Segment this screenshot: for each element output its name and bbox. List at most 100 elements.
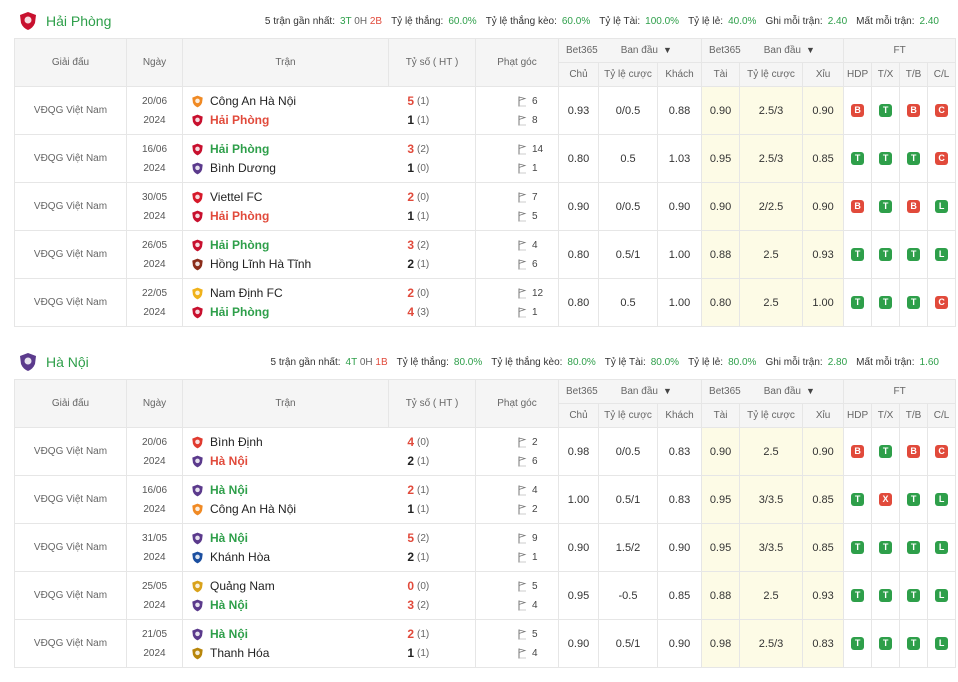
home-team-logo-icon: [191, 532, 204, 545]
league-cell[interactable]: VĐQG Việt Nam: [14, 571, 127, 620]
chevron-down-icon[interactable]: ▼: [663, 386, 672, 396]
home-team[interactable]: Quảng Nam 0 (0): [191, 577, 475, 596]
away-team[interactable]: Hải Phòng 4 (3): [191, 303, 475, 322]
odds-header-hdp[interactable]: Bet365 Ban đầu ▼: [557, 38, 703, 63]
match-cell[interactable]: Bình Định 4 (0) Hà Nội 2 (1): [182, 427, 476, 476]
home-ht-score: (0): [417, 287, 430, 299]
match-cell[interactable]: Công An Hà Nội 5 (1) Hải Phòng 1 (1): [182, 86, 476, 135]
match-cell[interactable]: Hà Nội 2 (1) Thanh Hóa 1 (1): [182, 619, 476, 668]
ft-result-cell: B: [899, 427, 929, 476]
team-name[interactable]: Hải Phòng: [46, 13, 111, 29]
league-cell[interactable]: VĐQG Việt Nam: [14, 278, 127, 327]
league-cell[interactable]: VĐQG Việt Nam: [14, 134, 127, 183]
home-team-logo-icon: [191, 628, 204, 641]
home-team[interactable]: Hà Nội 2 (1): [191, 625, 475, 644]
result-badge: X: [879, 493, 893, 506]
table-row[interactable]: VĐQG Việt Nam 16/06 2024 Hà Nội 2 (1) Công An …: [14, 475, 957, 524]
ft-result-cell: T: [899, 475, 929, 524]
home-team[interactable]: Hải Phòng 3 (2): [191, 236, 475, 255]
chevron-down-icon[interactable]: ▼: [663, 45, 672, 55]
team-stats: 5 trận gần nhất: 3T 0H 2B Tỷ lệ thắng: 60.0…: [265, 4, 939, 38]
result-badge: B: [907, 104, 921, 117]
match-cell[interactable]: Hải Phòng 3 (2) Bình Dương 1 (0): [182, 134, 476, 183]
odds-cell: 0.85: [802, 523, 845, 572]
away-team[interactable]: Khánh Hòa 2 (1): [191, 548, 475, 567]
table-row[interactable]: VĐQG Việt Nam 31/05 2024 Hà Nội 5 (2) Khánh Hò…: [14, 523, 957, 572]
sub-header: T/B: [899, 403, 929, 428]
team-stats: 5 trận gần nhất: 4T 0H 1B Tỷ lệ thắng: 80.0…: [270, 345, 939, 379]
stat-label: Mất mỗi trận:: [856, 356, 915, 368]
chevron-down-icon[interactable]: ▼: [806, 45, 815, 55]
recent-label: 5 trận gần nhất:: [264, 15, 335, 27]
league-cell[interactable]: VĐQG Việt Nam: [14, 230, 127, 279]
league-cell[interactable]: VĐQG Việt Nam: [14, 523, 127, 572]
result-badge: C: [935, 152, 949, 165]
result-badge: T: [879, 104, 893, 117]
odds-cell: 0.5: [598, 134, 658, 183]
match-cell[interactable]: Viettel FC 2 (0) Hải Phòng 1 (1): [182, 182, 476, 231]
away-team-logo-icon: [191, 162, 204, 175]
table-row[interactable]: VĐQG Việt Nam 16/06 2024 Hải Phòng 3 (2) Bình …: [14, 134, 957, 183]
home-team[interactable]: Công An Hà Nội 5 (1): [191, 92, 475, 111]
odds-header-hdp[interactable]: Bet365 Ban đầu ▼: [557, 379, 703, 404]
league-cell[interactable]: VĐQG Việt Nam: [14, 619, 127, 668]
match-history-table: Giải đấu Ngày Trận Tỷ số ( HT ) Phạt góc Bet3…: [14, 379, 957, 668]
ft-result-cell: B: [899, 86, 929, 135]
chevron-down-icon[interactable]: ▼: [806, 386, 815, 396]
away-team[interactable]: Hải Phòng 1 (1): [191, 207, 475, 226]
home-team[interactable]: Nam Định FC 2 (0): [191, 284, 475, 303]
home-team-logo-icon: [191, 95, 204, 108]
home-team[interactable]: Bình Định 4 (0): [191, 433, 475, 452]
table-row[interactable]: VĐQG Việt Nam 30/05 2024 Viettel FC 2 (0) Hải …: [14, 182, 957, 231]
match-cell[interactable]: Nam Định FC 2 (0) Hải Phòng 4 (3): [182, 278, 476, 327]
odds-cell: 2.5: [739, 278, 804, 327]
away-ht-score: (2): [417, 599, 430, 611]
corner-cell: 14 1: [475, 134, 559, 183]
ft-result-cell: T: [843, 278, 873, 327]
table-row[interactable]: VĐQG Việt Nam 20/06 2024 Công An Hà Nội 5 (1)…: [14, 86, 957, 135]
odds-cell: 0.98: [701, 619, 741, 668]
away-team[interactable]: Hà Nội 3 (2): [191, 596, 475, 615]
away-team[interactable]: Hồng Lĩnh Hà Tĩnh 2 (1): [191, 255, 475, 274]
home-team[interactable]: Hà Nội 2 (1): [191, 481, 475, 500]
stat-label: Tỷ lệ lẻ:: [688, 15, 724, 27]
table-row[interactable]: VĐQG Việt Nam 22/05 2024 Nam Định FC 2 (0) Hải…: [14, 278, 957, 327]
match-cell[interactable]: Hải Phòng 3 (2) Hồng Lĩnh Hà Tĩnh 2 (1): [182, 230, 476, 279]
odds-header-ou[interactable]: Bet365 Ban đầu ▼: [701, 379, 845, 404]
away-team[interactable]: Thanh Hóa 1 (1): [191, 644, 475, 663]
table-row[interactable]: VĐQG Việt Nam 25/05 2024 Quảng Nam 0 (0) Hà Nộ…: [14, 571, 957, 620]
home-team[interactable]: Hà Nội 5 (2): [191, 529, 475, 548]
league-cell[interactable]: VĐQG Việt Nam: [14, 182, 127, 231]
odds-cell: 1.03: [656, 134, 703, 183]
away-team[interactable]: Bình Dương 1 (0): [191, 159, 475, 178]
result-badge: L: [935, 637, 949, 650]
ft-result-cell: T: [899, 619, 929, 668]
home-team[interactable]: Viettel FC 2 (0): [191, 188, 475, 207]
table-row[interactable]: VĐQG Việt Nam 21/05 2024 Hà Nội 2 (1) Thanh Hó…: [14, 619, 957, 668]
home-team[interactable]: Hải Phòng 3 (2): [191, 140, 475, 159]
odds-cell: 0.95: [701, 134, 741, 183]
match-cell[interactable]: Quảng Nam 0 (0) Hà Nội 3 (2): [182, 571, 476, 620]
team-name[interactable]: Hà Nội: [46, 354, 89, 370]
ft-result-cell: B: [899, 182, 929, 231]
date-cell: 20/06 2024: [126, 86, 183, 135]
away-team[interactable]: Hải Phòng 1 (1): [191, 111, 475, 130]
home-score: 5: [407, 531, 414, 545]
away-score: 2: [407, 257, 414, 271]
odds-cell: 0.90: [701, 182, 741, 231]
league-cell[interactable]: VĐQG Việt Nam: [14, 86, 127, 135]
match-cell[interactable]: Hà Nội 5 (2) Khánh Hòa 2 (1): [182, 523, 476, 572]
sub-header: C/L: [927, 403, 957, 428]
match-cell[interactable]: Hà Nội 2 (1) Công An Hà Nội 1 (1): [182, 475, 476, 524]
odds-header-ou[interactable]: Bet365 Ban đầu ▼: [701, 38, 845, 63]
sub-header: HDP: [843, 62, 873, 87]
away-team[interactable]: Hà Nội 2 (1): [191, 452, 475, 471]
table-row[interactable]: VĐQG Việt Nam 26/05 2024 Hải Phòng 3 (2) Hồng …: [14, 230, 957, 279]
odds-cell: 0.5/1: [598, 619, 658, 668]
league-cell[interactable]: VĐQG Việt Nam: [14, 427, 127, 476]
league-cell[interactable]: VĐQG Việt Nam: [14, 475, 127, 524]
home-ht-score: (2): [417, 143, 430, 155]
table-row[interactable]: VĐQG Việt Nam 20/06 2024 Bình Định 4 (0) Hà Nộ…: [14, 427, 957, 476]
stat-label: Ghi mỗi trận:: [765, 356, 823, 368]
away-team[interactable]: Công An Hà Nội 1 (1): [191, 500, 475, 519]
